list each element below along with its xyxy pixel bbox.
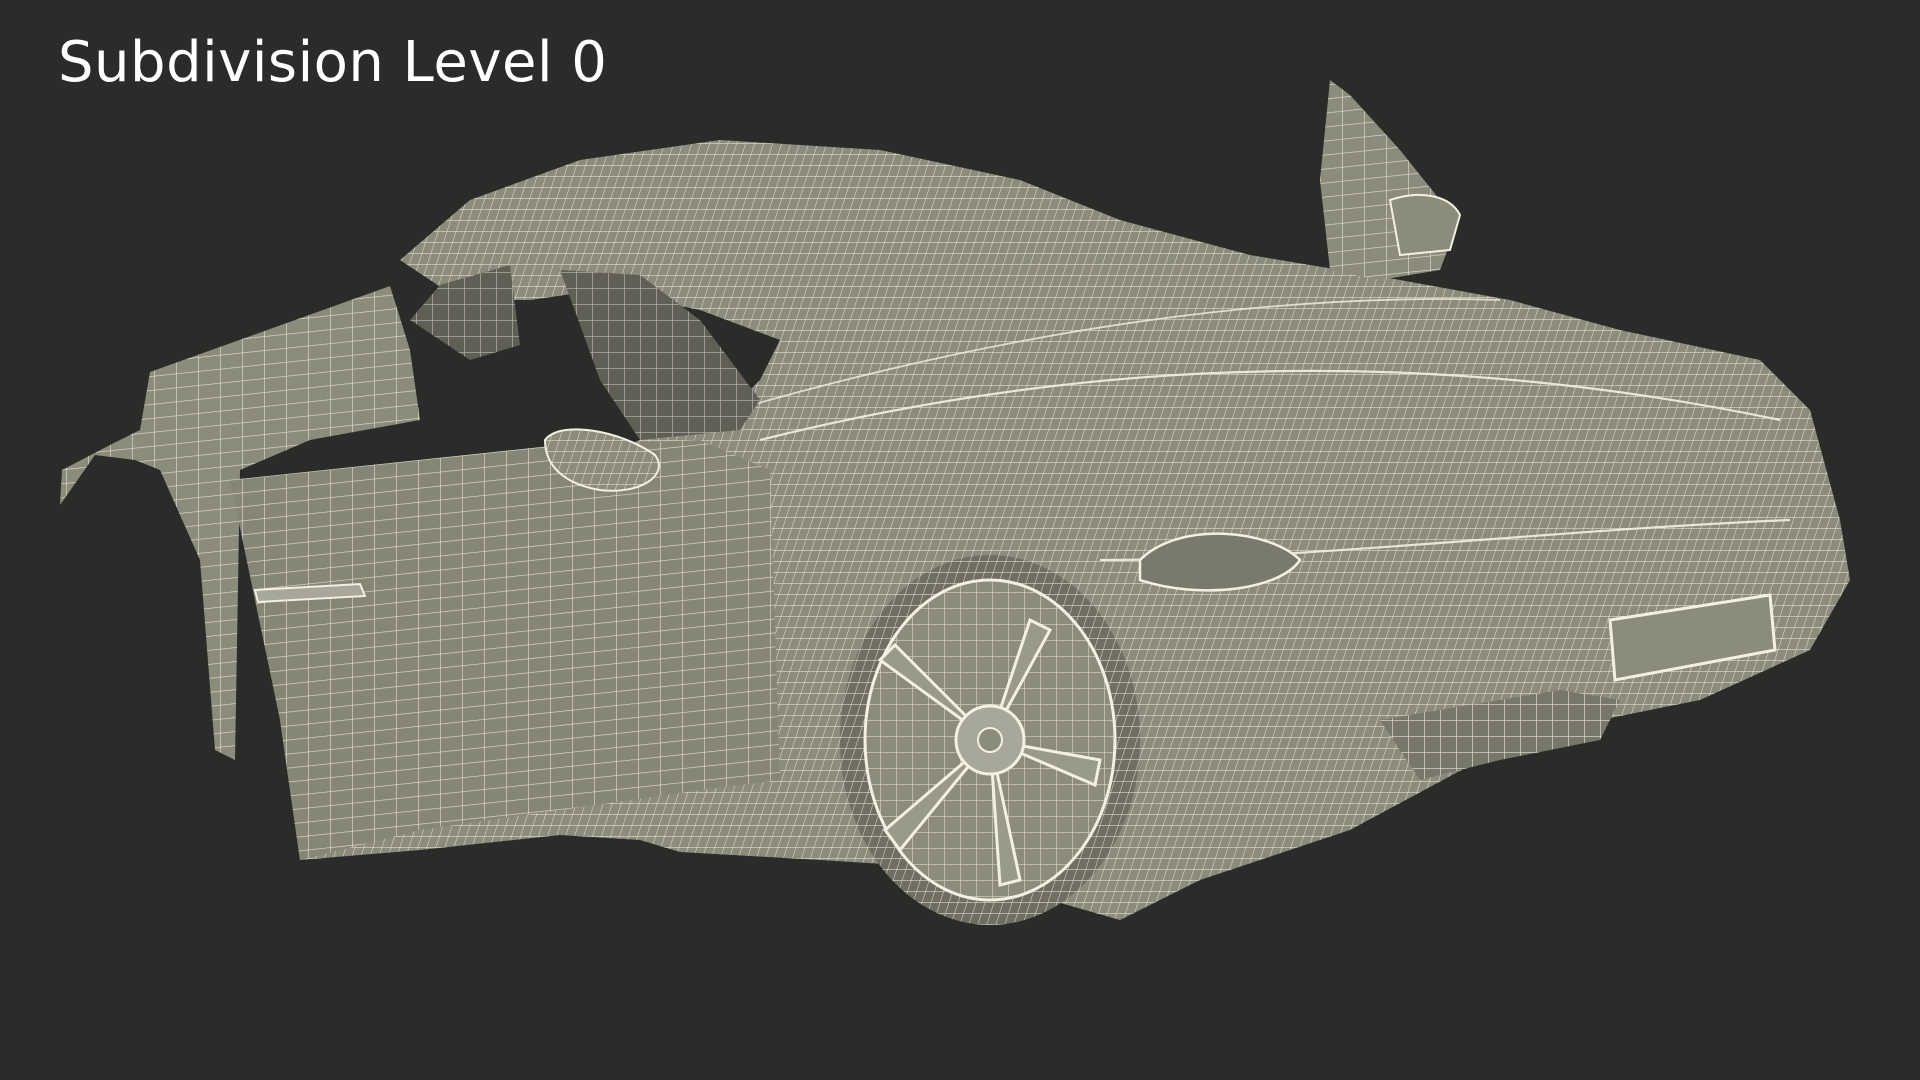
viewport: Subdivision Level 0	[0, 0, 1920, 1080]
subdivision-level-title: Subdivision Level 0	[58, 30, 608, 95]
front-wheel	[840, 555, 1140, 925]
open-door-right	[1320, 80, 1462, 280]
car-wireframe-render	[60, 80, 1850, 925]
